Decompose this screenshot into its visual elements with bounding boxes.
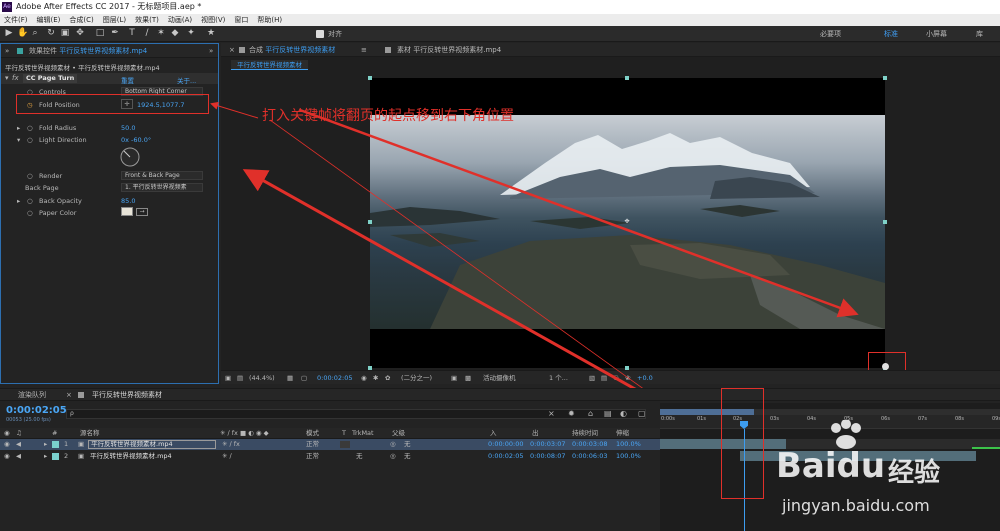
eye-column-icon: ◉ (4, 429, 10, 437)
baidu-jingyan-cn: 经验 (888, 458, 941, 488)
graph-editor-icon[interactable]: ▢ (638, 409, 646, 418)
layer-parent-pickwhip-icon[interactable]: ◎ (390, 439, 396, 450)
layer-out[interactable]: 0:00:03:07 (530, 439, 566, 450)
col-source-name[interactable]: 源名称 (80, 428, 100, 439)
baidu-watermark: Baidu 经验 jingyan.baidu.com (776, 420, 966, 520)
audio-column-icon: ♫ (16, 429, 22, 437)
col-t: T (342, 429, 346, 437)
layer-name[interactable]: 平行反转世界视频素材.mp4 (88, 440, 216, 449)
layer-parent[interactable]: 无 (404, 451, 411, 462)
baidu-brand: Baidu (776, 446, 886, 486)
layer-audio-icon[interactable]: ◀ (16, 439, 21, 450)
layer-column-header: ◉ ♫ # 源名称 ✳ ∕ fx ■ ◐ ◉ ◆ 模式 T TrkMat 父级 … (0, 428, 660, 439)
layer-parent-pickwhip-icon[interactable]: ◎ (390, 451, 396, 462)
draft-3d-icon[interactable]: ✹ (568, 409, 575, 418)
col-layer-number: # (52, 429, 58, 437)
layer-out[interactable]: 0:00:08:07 (530, 451, 566, 462)
layer-label-color[interactable] (52, 441, 59, 448)
render-queue-tab[interactable]: 渲染队列 (18, 389, 46, 401)
timeline-comp-tab[interactable]: 平行反转世界视频素材 (92, 389, 162, 401)
timeline-current-time[interactable]: 0:00:02:05 (6, 405, 67, 416)
layer-mode[interactable]: 正常 (306, 451, 319, 462)
layer-stretch[interactable]: 100.0% (616, 439, 641, 450)
hide-shy-layers-icon[interactable]: ⌂ (588, 409, 593, 418)
timeline-search-input[interactable]: ρ (66, 409, 646, 419)
layer-number: 2 (64, 452, 69, 460)
layer-label-color[interactable] (52, 453, 59, 460)
layer-in[interactable]: 0:00:00:00 (488, 439, 524, 450)
layer-parent[interactable]: 无 (404, 439, 411, 450)
comp-mini-flowchart-icon[interactable]: ⨯ (548, 409, 555, 418)
layer-footage-icon: ▣ (78, 452, 85, 460)
layer-name[interactable]: 平行反转世界视频素材.mp4 (90, 451, 172, 462)
layer-trkmat-empty[interactable] (340, 441, 350, 448)
frame-blending-icon[interactable]: ▤ (604, 409, 612, 418)
layer-visibility-icon[interactable]: ◉ (4, 451, 10, 462)
col-switches-icons: ✳ ∕ fx ■ ◐ ◉ ◆ (220, 429, 269, 437)
ruler-label: 01s (697, 416, 706, 422)
layer-mode[interactable]: 正常 (306, 439, 319, 450)
col-parent: 父级 (392, 429, 405, 437)
col-in: 入 (490, 429, 497, 437)
layer-in[interactable]: 0:00:02:05 (488, 451, 524, 462)
layer-row[interactable]: ◉ ◀ ▸ 2 ▣ 平行反转世界视频素材.mp4 ✳ ∕ 正常 无 ◎ 无 0:… (0, 451, 660, 462)
layer-visibility-icon[interactable]: ◉ (4, 439, 10, 450)
col-stretch: 伸缩 (616, 429, 629, 437)
motion-blur-icon[interactable]: ◐ (620, 409, 627, 418)
ruler-label: 09s (992, 416, 1000, 422)
col-duration: 持续时间 (572, 429, 598, 437)
layer-expand-icon[interactable]: ▸ (44, 439, 47, 450)
highlight-box-playhead (721, 388, 764, 499)
layer-switches[interactable]: ✳ ∕ (222, 451, 232, 462)
layer-duration[interactable]: 0:00:06:03 (572, 451, 608, 462)
layer-number: 1 (64, 440, 69, 448)
col-mode: 模式 (306, 429, 319, 437)
col-out: 出 (532, 429, 539, 437)
layer-audio-icon[interactable]: ◀ (16, 451, 21, 462)
layer-trkmat[interactable]: 无 (356, 451, 363, 462)
col-trkmat: TrkMat (352, 429, 374, 437)
layer-duration[interactable]: 0:00:03:08 (572, 439, 608, 450)
timeline-frame-info: 00053 (25.00 fps) (6, 417, 51, 423)
layer-1-indicator (972, 447, 1000, 449)
layer-footage-icon: ▣ (78, 440, 85, 448)
layer-row[interactable]: ◉ ◀ ▸ 1 ▣ 平行反转世界视频素材.mp4 ✳ ∕ fx 正常 ◎ 无 0… (0, 439, 660, 450)
layer-expand-icon[interactable]: ▸ (44, 451, 47, 462)
baidu-url: jingyan.baidu.com (782, 496, 930, 515)
layer-stretch[interactable]: 100.0% (616, 451, 641, 462)
layer-switches[interactable]: ✳ ∕ fx (222, 439, 240, 450)
ruler-label: 0:00s (661, 416, 675, 422)
timeline-lock-icon (78, 392, 84, 398)
close-timeline-tab-icon[interactable]: × (66, 389, 72, 401)
